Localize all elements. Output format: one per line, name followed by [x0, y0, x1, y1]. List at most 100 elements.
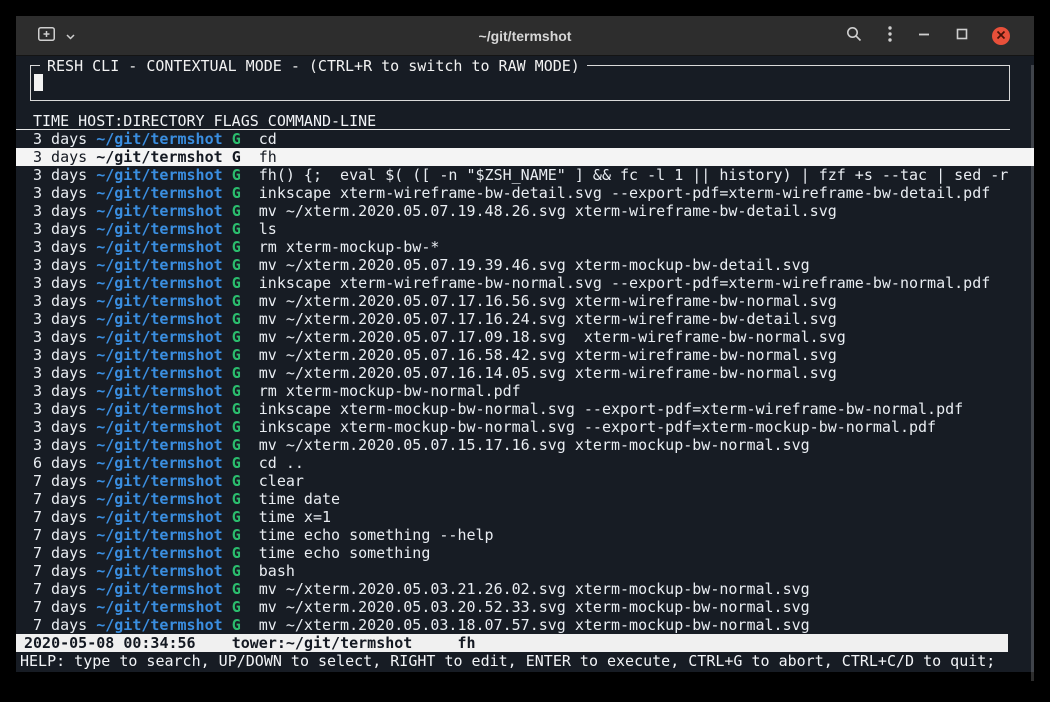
- history-row[interactable]: 3 days ~/git/termshot G ls: [16, 220, 1034, 238]
- history-row[interactable]: 3 days ~/git/termshot G rm xterm-mockup-…: [16, 382, 1034, 400]
- row-directory: ~/git/termshot: [96, 184, 222, 202]
- history-row[interactable]: 3 days ~/git/termshot G cd: [16, 130, 1034, 148]
- row-time: 3 days: [33, 220, 87, 238]
- history-row[interactable]: 3 days ~/git/termshot G mv ~/xterm.2020.…: [16, 364, 1034, 382]
- history-row[interactable]: 6 days ~/git/termshot G cd ..: [16, 454, 1034, 472]
- row-directory: ~/git/termshot: [96, 436, 222, 454]
- row-flag: G: [232, 490, 241, 508]
- row-command: mv ~/xterm.2020.05.07.19.39.46.svg xterm…: [259, 256, 810, 274]
- history-row[interactable]: 7 days ~/git/termshot G bash: [16, 562, 1034, 580]
- row-directory: ~/git/termshot: [96, 220, 222, 238]
- resh-search-box[interactable]: RESH CLI - CONTEXTUAL MODE - (CTRL+R to …: [30, 65, 1010, 101]
- row-command: time echo something: [259, 544, 431, 562]
- restore-button[interactable]: [954, 26, 970, 45]
- row-command: inkscape xterm-wireframe-bw-detail.svg -…: [259, 184, 991, 202]
- tab-dropdown-button[interactable]: [64, 26, 77, 45]
- new-tab-icon: [38, 27, 55, 44]
- kebab-menu-icon: [888, 26, 892, 45]
- help-bar: HELP: type to search, UP/DOWN to select,…: [16, 652, 1034, 670]
- row-time: 7 days: [33, 490, 87, 508]
- history-row[interactable]: 3 days ~/git/termshot G fh() {; eval $( …: [16, 166, 1034, 184]
- row-command: mv ~/xterm.2020.05.03.21.26.02.svg xterm…: [259, 580, 810, 598]
- row-directory: ~/git/termshot: [96, 400, 222, 418]
- row-directory: ~/git/termshot: [96, 472, 222, 490]
- row-command: mv ~/xterm.2020.05.03.18.07.57.svg xterm…: [259, 616, 810, 634]
- history-row[interactable]: 7 days ~/git/termshot G mv ~/xterm.2020.…: [16, 616, 1034, 634]
- row-time: 7 days: [33, 544, 87, 562]
- history-row[interactable]: 7 days ~/git/termshot G time date: [16, 490, 1034, 508]
- history-row[interactable]: 3 days ~/git/termshot G inkscape xterm-w…: [16, 274, 1034, 292]
- row-time: 7 days: [33, 526, 87, 544]
- row-directory: ~/git/termshot: [96, 544, 222, 562]
- row-directory: ~/git/termshot: [96, 346, 222, 364]
- chevron-down-icon: [66, 28, 75, 43]
- history-row[interactable]: 7 days ~/git/termshot G mv ~/xterm.2020.…: [16, 580, 1034, 598]
- row-flag: G: [232, 310, 241, 328]
- row-time: 3 days: [33, 418, 87, 436]
- menu-button[interactable]: [886, 24, 894, 47]
- row-flag: G: [232, 130, 241, 148]
- row-time: 3 days: [33, 274, 87, 292]
- row-time: 3 days: [33, 364, 87, 382]
- history-header: TIME HOST:DIRECTORY FLAGS COMMAND-LINE: [16, 112, 1010, 130]
- row-directory: ~/git/termshot: [96, 148, 222, 166]
- history-row[interactable]: 3 days ~/git/termshot G rm xterm-mockup-…: [16, 238, 1034, 256]
- row-directory: ~/git/termshot: [96, 202, 222, 220]
- row-time: 7 days: [33, 580, 87, 598]
- history-row[interactable]: 3 days ~/git/termshot G mv ~/xterm.2020.…: [16, 256, 1034, 274]
- row-command: mv ~/xterm.2020.05.07.17.09.18.svg xterm…: [259, 328, 846, 346]
- row-time: 3 days: [33, 436, 87, 454]
- row-command: ls: [259, 220, 277, 238]
- row-time: 3 days: [33, 130, 87, 148]
- row-flag: G: [232, 274, 241, 292]
- history-row[interactable]: 7 days ~/git/termshot G time echo someth…: [16, 526, 1034, 544]
- row-command: mv ~/xterm.2020.05.03.20.52.33.svg xterm…: [259, 598, 810, 616]
- row-flag: G: [232, 382, 241, 400]
- history-row[interactable]: 3 days ~/git/termshot G mv ~/xterm.2020.…: [16, 346, 1034, 364]
- row-command: bash: [259, 562, 295, 580]
- row-time: 3 days: [33, 256, 87, 274]
- history-row[interactable]: 3 days ~/git/termshot G mv ~/xterm.2020.…: [16, 436, 1034, 454]
- row-flag: G: [232, 346, 241, 364]
- row-flag: G: [232, 418, 241, 436]
- scrollbar[interactable]: [1031, 65, 1034, 681]
- history-row[interactable]: 7 days ~/git/termshot G time x=1: [16, 508, 1034, 526]
- history-row[interactable]: 3 days ~/git/termshot G inkscape xterm-m…: [16, 400, 1034, 418]
- history-row[interactable]: 3 days ~/git/termshot G fh: [16, 148, 1034, 166]
- row-time: 3 days: [33, 202, 87, 220]
- history-row[interactable]: 7 days ~/git/termshot G time echo someth…: [16, 544, 1034, 562]
- row-time: 3 days: [33, 400, 87, 418]
- row-time: 3 days: [33, 310, 87, 328]
- search-button[interactable]: [844, 24, 864, 47]
- row-command: cd: [259, 130, 277, 148]
- history-row[interactable]: 3 days ~/git/termshot G mv ~/xterm.2020.…: [16, 328, 1034, 346]
- history-row[interactable]: 3 days ~/git/termshot G mv ~/xterm.2020.…: [16, 292, 1034, 310]
- history-row[interactable]: 3 days ~/git/termshot G mv ~/xterm.2020.…: [16, 310, 1034, 328]
- row-directory: ~/git/termshot: [96, 310, 222, 328]
- row-flag: G: [232, 166, 241, 184]
- history-row[interactable]: 3 days ~/git/termshot G mv ~/xterm.2020.…: [16, 202, 1034, 220]
- history-row[interactable]: 7 days ~/git/termshot G clear: [16, 472, 1034, 490]
- row-flag: G: [232, 616, 241, 634]
- row-directory: ~/git/termshot: [96, 130, 222, 148]
- row-flag: G: [232, 400, 241, 418]
- row-directory: ~/git/termshot: [96, 562, 222, 580]
- history-row[interactable]: 7 days ~/git/termshot G mv ~/xterm.2020.…: [16, 598, 1034, 616]
- row-directory: ~/git/termshot: [96, 490, 222, 508]
- history-row[interactable]: 3 days ~/git/termshot G inkscape xterm-m…: [16, 418, 1034, 436]
- restore-icon: [956, 28, 968, 43]
- minimize-button[interactable]: [916, 26, 932, 45]
- row-flag: G: [232, 256, 241, 274]
- row-time: 3 days: [33, 238, 87, 256]
- row-flag: G: [232, 544, 241, 562]
- row-time: 3 days: [33, 292, 87, 310]
- row-directory: ~/git/termshot: [96, 454, 222, 472]
- close-button[interactable]: [992, 27, 1010, 45]
- terminal-screen[interactable]: RESH CLI - CONTEXTUAL MODE - (CTRL+R to …: [16, 65, 1034, 681]
- new-tab-button[interactable]: [36, 25, 57, 46]
- history-row[interactable]: 3 days ~/git/termshot G inkscape xterm-w…: [16, 184, 1034, 202]
- row-command: time echo something --help: [259, 526, 494, 544]
- row-command: inkscape xterm-wireframe-bw-normal.svg -…: [259, 274, 991, 292]
- row-flag: G: [232, 364, 241, 382]
- row-command: fh() {; eval $( ([ -n "$ZSH_NAME" ] && f…: [259, 166, 1009, 184]
